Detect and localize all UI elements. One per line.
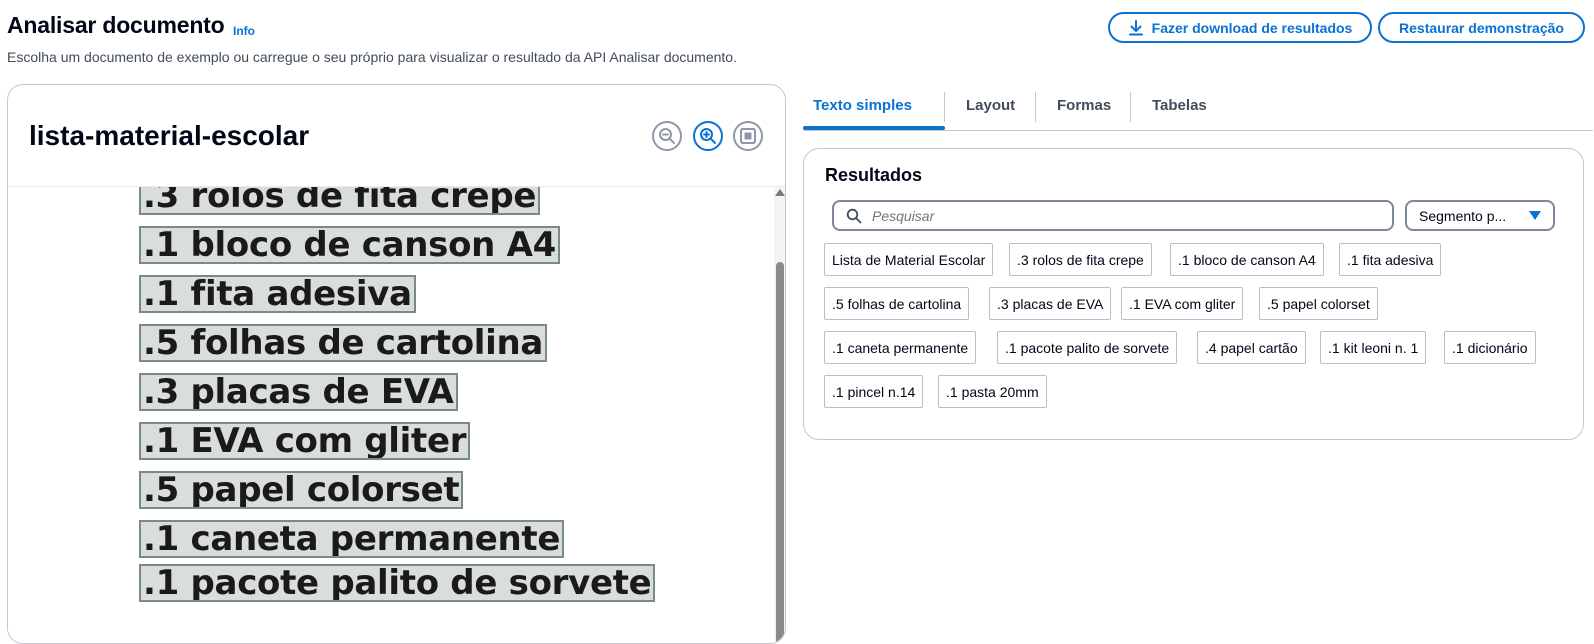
document-line[interactable]: .1 bloco de canson A4 — [139, 226, 560, 264]
tab-texto-simples[interactable]: Texto simples — [813, 97, 912, 114]
document-line[interactable]: .5 folhas de cartolina — [138, 324, 548, 362]
result-chip[interactable]: .1 caneta permanente — [824, 331, 977, 364]
document-line[interactable]: .5 papel colorset — [138, 471, 464, 509]
restore-demo-label: Restaurar demonstração — [1399, 19, 1564, 36]
result-chip[interactable]: .3 rolos de fita crepe — [1009, 243, 1152, 276]
segment-select-value: Segmento p... — [1419, 207, 1507, 224]
document-line[interactable]: .1 EVA com gliter — [138, 422, 471, 460]
result-chip[interactable]: .5 folhas de cartolina — [824, 287, 970, 320]
search-input[interactable] — [870, 206, 1374, 225]
document-title: lista-material-escolar — [29, 120, 310, 151]
document-panel: lista-material-escolar .3 rolos de fita … — [7, 84, 786, 644]
result-chip[interactable]: .1 pasta 20mm — [938, 375, 1047, 408]
document-line[interactable]: .3 rolos de fita crepe — [138, 187, 541, 215]
segment-select[interactable]: Segmento p... — [1405, 200, 1555, 231]
tab-divider — [1035, 92, 1036, 122]
page-title: Analisar documento — [7, 12, 225, 38]
download-results-label: Fazer download de resultados — [1151, 19, 1353, 36]
tab-divider — [1130, 92, 1131, 122]
scroll-up-arrow-icon[interactable] — [775, 189, 785, 196]
zoom-in-button[interactable] — [693, 121, 723, 151]
tab-tabelas[interactable]: Tabelas — [1152, 97, 1207, 114]
result-chip[interactable]: .4 papel cartão — [1197, 331, 1306, 364]
result-chip[interactable]: .3 placas de EVA — [989, 287, 1112, 320]
zoom-out-button[interactable] — [652, 121, 682, 151]
document-scrollbar[interactable] — [774, 187, 785, 643]
active-tab-indicator — [803, 126, 945, 130]
results-title: Resultados — [825, 165, 923, 185]
document-header: lista-material-escolar — [8, 85, 785, 187]
document-line[interactable]: .3 placas de EVA — [139, 373, 458, 411]
document-line[interactable]: .1 caneta permanente — [138, 520, 565, 558]
fit-to-page-icon — [740, 128, 756, 144]
result-chip[interactable]: .1 EVA com gliter — [1121, 287, 1244, 320]
search-icon — [846, 208, 862, 223]
tab-divider — [944, 92, 945, 122]
document-line[interactable]: .1 pacote palito de sorvete — [138, 564, 656, 602]
caret-down-icon — [1529, 211, 1541, 220]
download-icon — [1128, 19, 1143, 35]
document-viewer[interactable]: .3 rolos de fita crepe .1 bloco de canso… — [8, 187, 774, 643]
zoom-out-icon — [659, 128, 675, 144]
scrollbar-thumb[interactable] — [776, 262, 784, 643]
results-tabs: Texto simples Layout Formas Tabelas — [803, 87, 1593, 131]
tab-layout[interactable]: Layout — [966, 97, 1015, 114]
result-chip[interactable]: .1 pacote palito de sorvete — [997, 331, 1178, 364]
fit-to-page-button[interactable] — [733, 121, 763, 151]
result-chip[interactable]: .5 papel colorset — [1259, 287, 1378, 320]
result-chip[interactable]: .1 pincel n.14 — [824, 375, 924, 408]
result-chip[interactable]: Lista de Material Escolar — [824, 243, 994, 276]
page-subtitle: Escolha um documento de exemplo ou carre… — [7, 49, 737, 65]
document-line[interactable]: .1 fita adesiva — [139, 275, 416, 313]
result-chip[interactable]: .1 bloco de canson A4 — [1170, 243, 1324, 276]
zoom-in-icon — [700, 128, 716, 144]
search-field[interactable] — [832, 200, 1394, 231]
restore-demo-button[interactable]: Restaurar demonstração — [1378, 12, 1585, 43]
result-chip[interactable]: .1 dicionário — [1444, 331, 1536, 364]
download-results-button[interactable]: Fazer download de resultados — [1108, 12, 1372, 43]
result-chip[interactable]: .1 fita adesiva — [1339, 243, 1442, 276]
tab-formas[interactable]: Formas — [1057, 97, 1111, 114]
result-chip[interactable]: .1 kit leoni n. 1 — [1320, 331, 1427, 364]
results-panel: Resultados Segmento p... Lista de Materi… — [803, 148, 1584, 440]
info-link[interactable]: Info — [233, 24, 255, 38]
